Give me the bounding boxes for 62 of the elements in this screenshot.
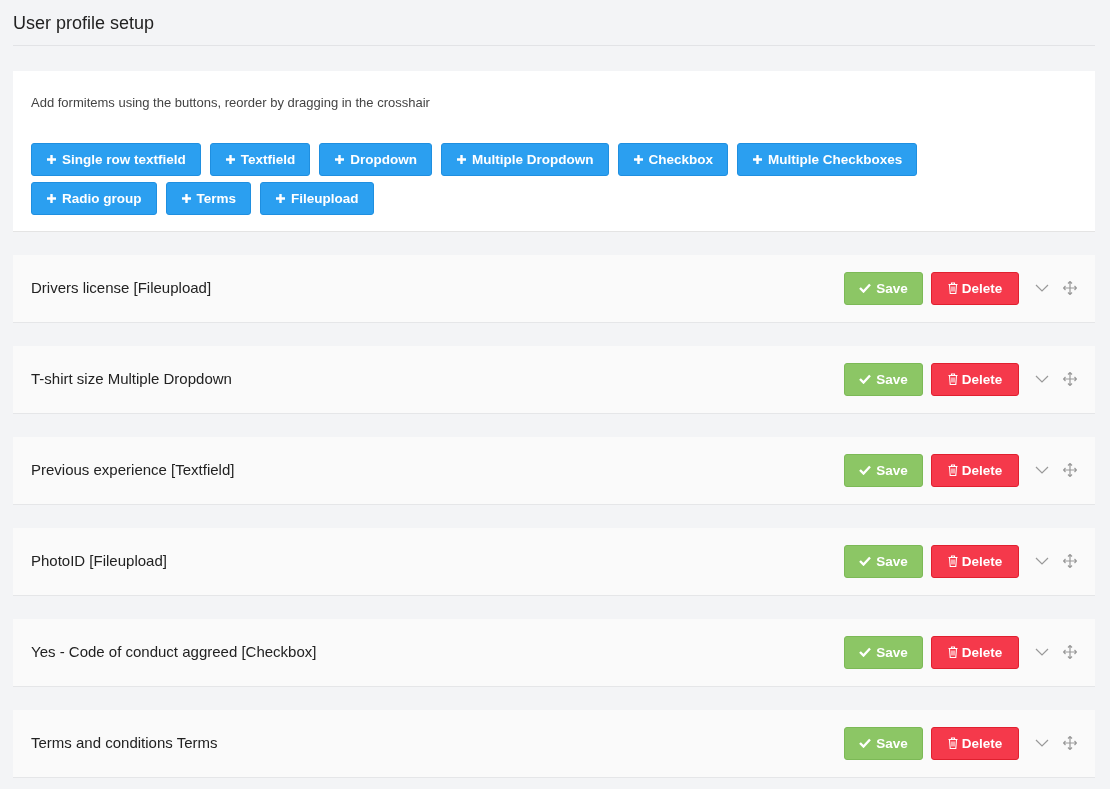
delete-button[interactable]: Delete	[931, 362, 1019, 396]
trash-icon	[947, 646, 958, 658]
add-button[interactable]: Single row textfield	[31, 142, 201, 176]
plus-icon	[752, 153, 764, 165]
delete-button[interactable]: Delete	[931, 271, 1019, 305]
move-icon[interactable]	[1063, 281, 1077, 295]
plus-icon	[46, 153, 57, 165]
chevron-down-icon[interactable]	[1035, 284, 1049, 292]
add-button[interactable]: Terms	[165, 181, 252, 215]
plus-icon	[334, 153, 346, 165]
chevron-down-icon[interactable]	[1035, 648, 1049, 656]
plus-icon	[224, 153, 236, 165]
move-icon[interactable]	[1063, 736, 1077, 750]
chevron-down-icon[interactable]	[1035, 466, 1049, 474]
delete-button[interactable]: Delete	[931, 453, 1019, 487]
plus-icon	[180, 192, 192, 204]
trash-icon	[947, 373, 958, 385]
plus-icon	[46, 192, 57, 204]
form-item-label: Terms and conditions Terms	[31, 732, 219, 753]
save-button[interactable]: Save	[844, 453, 923, 487]
delete-button[interactable]: Delete	[931, 544, 1019, 578]
add-button[interactable]: Textfield	[209, 142, 311, 176]
save-button[interactable]: Save	[844, 362, 923, 396]
checkmark-icon	[859, 465, 872, 475]
delete-button[interactable]: Delete	[931, 635, 1019, 669]
checkmark-icon	[859, 647, 872, 657]
trash-icon	[947, 555, 958, 567]
page-title: User profile setup	[13, 12, 156, 35]
plus-icon	[456, 153, 468, 165]
add-button[interactable]: Checkbox	[617, 142, 729, 176]
form-item-label: Previous experience [Textfield]	[31, 459, 236, 480]
save-button[interactable]: Save	[844, 544, 923, 578]
plus-icon	[632, 153, 644, 165]
add-button[interactable]: Radio group	[31, 181, 157, 215]
chevron-down-icon[interactable]	[1035, 375, 1049, 383]
checkmark-icon	[859, 738, 872, 748]
form-item-label: Drivers license [Fileupload]	[31, 277, 213, 298]
save-button[interactable]: Save	[844, 635, 923, 669]
chevron-down-icon[interactable]	[1035, 739, 1049, 747]
save-button[interactable]: Save	[844, 271, 923, 305]
save-button[interactable]: Save	[844, 726, 923, 760]
add-button[interactable]: Fileupload	[260, 181, 374, 215]
checkmark-icon	[859, 556, 872, 566]
chevron-down-icon[interactable]	[1035, 557, 1049, 565]
add-button[interactable]: Multiple Checkboxes	[737, 142, 918, 176]
trash-icon	[947, 737, 958, 749]
form-item-label: Yes - Code of conduct aggreed [Checkbox]	[31, 641, 318, 662]
move-icon[interactable]	[1063, 645, 1077, 659]
move-icon[interactable]	[1063, 463, 1077, 477]
trash-icon	[947, 282, 958, 294]
delete-button[interactable]: Delete	[931, 726, 1019, 760]
form-item-label: T-shirt size Multiple Dropdown	[31, 368, 233, 389]
plus-icon	[275, 192, 287, 204]
move-icon[interactable]	[1063, 554, 1077, 568]
add-button[interactable]: Dropdown	[319, 142, 433, 176]
hint-text: Add formitems using the buttons, reorder by dragging in the crosshair	[31, 94, 431, 112]
move-icon[interactable]	[1063, 372, 1077, 386]
checkmark-icon	[859, 374, 872, 384]
add-button[interactable]: Multiple Dropdown	[441, 142, 609, 176]
checkmark-icon	[859, 283, 872, 293]
trash-icon	[947, 464, 958, 476]
form-item-label: PhotoID [Fileupload]	[31, 550, 168, 571]
